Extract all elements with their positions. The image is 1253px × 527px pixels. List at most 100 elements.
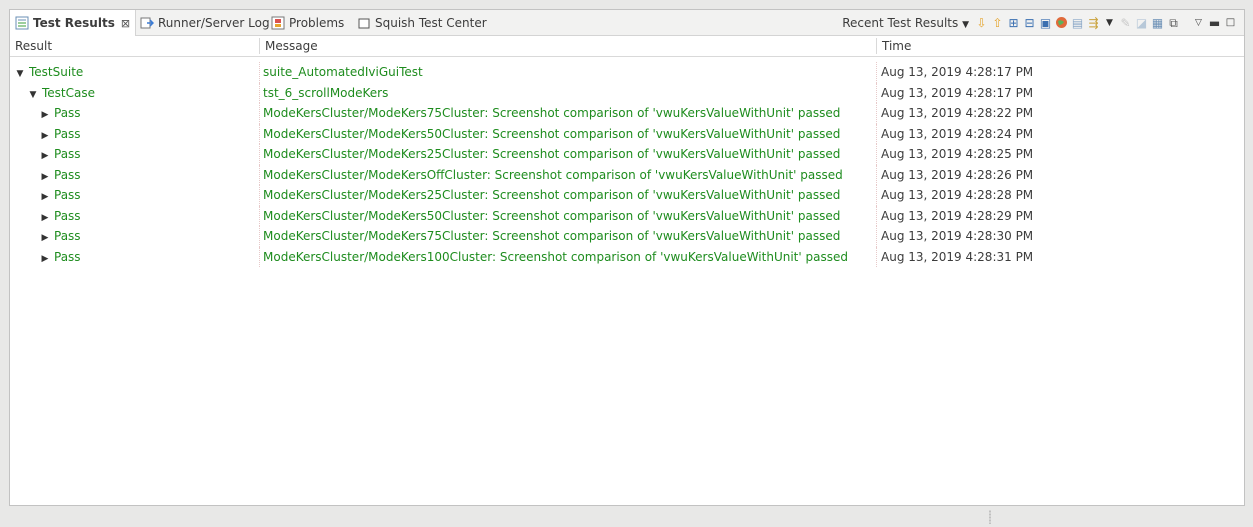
chevron-down-icon: ▼ bbox=[962, 19, 969, 30]
table-row[interactable]: ▼ TestSuite suite_AutomatedIviGuiTest Aug 1… bbox=[10, 62, 1244, 83]
column-header-message[interactable]: Message bbox=[260, 36, 876, 56]
tab-runner-server-log[interactable]: Runner/Server Log bbox=[135, 10, 275, 35]
tab-squish-test-center[interactable]: Squish Test Center bbox=[352, 10, 492, 35]
expanded-twistie-icon[interactable]: ▼ bbox=[28, 85, 38, 106]
results-tree: ▼ TestSuite suite_AutomatedIviGuiTest Aug 1… bbox=[10, 62, 1244, 267]
squish-test-center-icon bbox=[357, 16, 371, 30]
recent-test-results-label: Recent Test Results bbox=[842, 15, 959, 30]
minimize-icon[interactable]: ▬ bbox=[1208, 16, 1221, 30]
filter-icon[interactable]: ⇶ bbox=[1087, 16, 1100, 30]
next-arrow-down-icon[interactable]: ⇩ bbox=[975, 16, 988, 30]
result-cell: ▶ Pass bbox=[10, 226, 290, 249]
table-row[interactable]: ▶ Pass ModeKersCluster/ModeKers75Cluster: … bbox=[10, 226, 1244, 247]
message-cell: ModeKersCluster/ModeKers50Cluster: Scree… bbox=[263, 208, 841, 223]
message-cell: ModeKersCluster/ModeKers50Cluster: Scree… bbox=[263, 126, 841, 141]
table-row[interactable]: ▶ Pass ModeKersCluster/ModeKers50Cluster: … bbox=[10, 123, 1244, 147]
column-header-time[interactable]: Time bbox=[877, 36, 1237, 56]
show-details-icon[interactable]: ▣ bbox=[1039, 16, 1052, 30]
column-separator bbox=[259, 185, 261, 206]
result-cell: ▶ Pass bbox=[10, 103, 290, 126]
column-header-result[interactable]: Result bbox=[10, 36, 259, 56]
time-cell: Aug 13, 2019 4:28:29 PM bbox=[881, 208, 1034, 223]
collapsed-twistie-icon[interactable]: ▶ bbox=[40, 167, 50, 188]
result-label: Pass bbox=[54, 188, 81, 202]
message-cell: ModeKersCluster/ModeKers25Cluster: Scree… bbox=[263, 188, 841, 202]
message-cell: tst_6_scrollModeKers bbox=[263, 85, 389, 100]
collapsed-twistie-icon[interactable]: ▶ bbox=[40, 208, 50, 229]
collapsed-twistie-icon[interactable]: ▶ bbox=[40, 105, 50, 126]
result-cell: ▶ Pass bbox=[10, 206, 290, 229]
tab-test-results[interactable]: Test Results ⊠ bbox=[10, 10, 137, 36]
view-tab-bar: Test Results ⊠ Runner/Server Log Problem… bbox=[10, 10, 1244, 36]
table-row[interactable]: ▼ TestCase tst_6_scrollModeKers Aug 13, 201… bbox=[10, 82, 1244, 106]
result-cell: ▶ Pass bbox=[10, 144, 290, 167]
result-cell: ▼ TestCase bbox=[10, 83, 278, 106]
status-bar bbox=[0, 506, 1253, 527]
filter-dropdown-icon[interactable]: ▼ bbox=[1103, 16, 1116, 30]
column-separator bbox=[876, 144, 878, 165]
column-separator bbox=[259, 144, 261, 165]
column-separator bbox=[259, 226, 261, 247]
runner-log-icon bbox=[140, 16, 155, 30]
globe-icon[interactable] bbox=[1055, 16, 1068, 30]
column-separator bbox=[876, 82, 878, 103]
edit-icon[interactable]: ✎ bbox=[1119, 16, 1132, 30]
tab-label: Test Results bbox=[33, 16, 115, 30]
table-row[interactable]: ▶ Pass ModeKersCluster/ModeKers25Cluster: … bbox=[10, 144, 1244, 165]
table-row[interactable]: ▶ Pass ModeKersCluster/ModeKers25Cluster: … bbox=[10, 185, 1244, 206]
view-menu-icon[interactable]: ▽ bbox=[1192, 16, 1205, 30]
collapsed-twistie-icon[interactable]: ▶ bbox=[40, 187, 50, 208]
tab-label: Problems bbox=[289, 15, 345, 30]
collapse-all-icon[interactable]: ⊟ bbox=[1023, 16, 1036, 30]
table-row[interactable]: ▶ Pass ModeKersCluster/ModeKers100Cluster:… bbox=[10, 246, 1244, 270]
column-separator bbox=[259, 82, 261, 103]
column-separator bbox=[876, 226, 878, 247]
column-separator bbox=[876, 185, 878, 206]
recent-test-results-menu[interactable]: Recent Test Results ▼ bbox=[842, 16, 969, 30]
resize-grip[interactable] bbox=[989, 510, 991, 524]
column-separator bbox=[876, 103, 878, 124]
view-toolbar: Recent Test Results ▼ ⇩ ⇧ ⊞ ⊟ ▣ ▤ ⇶ ▼ ✎ … bbox=[842, 10, 1244, 35]
message-cell: ModeKersCluster/ModeKers75Cluster: Scree… bbox=[263, 229, 841, 243]
time-cell: Aug 13, 2019 4:28:25 PM bbox=[881, 147, 1034, 161]
table-row[interactable]: ▶ Pass ModeKersCluster/ModeKersOffCluster:… bbox=[10, 164, 1244, 188]
export-icon[interactable]: ◪ bbox=[1135, 16, 1148, 30]
collapsed-twistie-icon[interactable]: ▶ bbox=[40, 228, 50, 249]
time-cell: Aug 13, 2019 4:28:22 PM bbox=[881, 106, 1034, 120]
collapsed-twistie-icon[interactable]: ▶ bbox=[40, 126, 50, 147]
maximize-icon[interactable]: □ bbox=[1224, 16, 1237, 30]
message-cell: ModeKersCluster/ModeKers100Cluster: Scre… bbox=[263, 249, 848, 264]
report-icon[interactable]: ▤ bbox=[1071, 16, 1084, 30]
result-label: Pass bbox=[54, 106, 81, 120]
column-separator bbox=[259, 103, 261, 124]
previous-arrow-up-icon[interactable]: ⇧ bbox=[991, 16, 1004, 30]
column-separator bbox=[876, 246, 878, 267]
problems-icon bbox=[271, 16, 285, 30]
table-header: Result Message Time bbox=[10, 36, 1244, 57]
table-row[interactable]: ▶ Pass ModeKersCluster/ModeKers50Cluster: … bbox=[10, 205, 1244, 229]
column-separator bbox=[876, 164, 878, 185]
tab-problems[interactable]: Problems bbox=[266, 10, 349, 35]
result-cell: ▶ Pass bbox=[10, 247, 290, 270]
time-cell: Aug 13, 2019 4:28:24 PM bbox=[881, 126, 1034, 141]
column-separator bbox=[259, 205, 261, 226]
message-cell: ModeKersCluster/ModeKers25Cluster: Scree… bbox=[263, 147, 841, 161]
message-cell: ModeKersCluster/ModeKers75Cluster: Scree… bbox=[263, 106, 841, 120]
result-cell: ▶ Pass bbox=[10, 124, 290, 147]
result-label: Pass bbox=[54, 147, 81, 161]
result-label: Pass bbox=[54, 126, 81, 141]
close-icon[interactable]: ⊠ bbox=[121, 17, 130, 30]
table-row[interactable]: ▶ Pass ModeKersCluster/ModeKers75Cluster: … bbox=[10, 103, 1244, 124]
toolbar-spacer bbox=[1183, 16, 1189, 30]
result-cell: ▶ Pass bbox=[10, 165, 290, 188]
column-separator bbox=[876, 123, 878, 144]
chart-icon[interactable]: ▦ bbox=[1151, 16, 1164, 30]
column-separator bbox=[876, 205, 878, 226]
open-external-icon[interactable]: ⧉ bbox=[1167, 16, 1180, 30]
collapsed-twistie-icon[interactable]: ▶ bbox=[40, 146, 50, 167]
result-label: Pass bbox=[54, 208, 81, 223]
expanded-twistie-icon[interactable]: ▼ bbox=[15, 64, 25, 85]
collapsed-twistie-icon[interactable]: ▶ bbox=[40, 249, 50, 270]
expand-all-icon[interactable]: ⊞ bbox=[1007, 16, 1020, 30]
time-cell: Aug 13, 2019 4:28:17 PM bbox=[881, 85, 1034, 100]
